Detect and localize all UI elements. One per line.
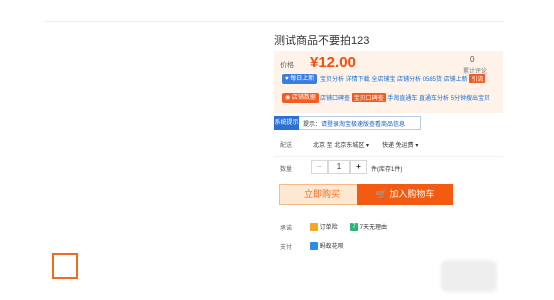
- chevron-down-icon: ▾: [366, 143, 370, 149]
- quantity-label: 数量: [280, 167, 293, 173]
- shipping-from[interactable]: 北京 至 北京东城区 ▾: [313, 140, 369, 149]
- service-label: 承诺: [280, 226, 293, 232]
- insurance-icon: [310, 223, 318, 232]
- promo-badge-1[interactable]: ♥ 每日上新: [282, 74, 318, 84]
- quantity-plus-button[interactable]: +: [350, 160, 367, 174]
- seven-days-icon: 7: [350, 223, 358, 232]
- store-icon: ◉: [285, 95, 291, 101]
- promo-line-1[interactable]: 宝贝分析 详情下载 全店铺宝 店铺分析 0585货 店铺上新 引流: [320, 74, 486, 83]
- image-thumbnail[interactable]: [52, 253, 78, 279]
- tip-text: 提示：请登录淘宝极速版查看商品信息: [303, 122, 406, 128]
- blurred-watermark: [441, 260, 497, 292]
- quantity-input[interactable]: 1: [328, 160, 350, 174]
- stock-text: 件(库存1件): [371, 167, 403, 173]
- service-item-2: 7 7天无理由: [350, 222, 387, 232]
- promo-badge-2[interactable]: ◉ 店铺数据: [282, 93, 319, 103]
- product-title: 测试商品不要拍123: [274, 35, 370, 47]
- chevron-down-icon: ▾: [415, 143, 419, 149]
- service-item-1: 订单险: [310, 222, 338, 232]
- shipping-fee[interactable]: 快递 免运费 ▾: [382, 140, 418, 149]
- price-label: 价格: [280, 62, 294, 69]
- tip-tag: 系统提示: [274, 116, 299, 130]
- price-value: ¥12.00: [310, 54, 356, 71]
- payment-label: 支付: [280, 245, 293, 251]
- tip-link[interactable]: 请登录淘宝极速版查看商品信息: [321, 122, 405, 128]
- promo-tag-1: 引流: [469, 74, 486, 83]
- buy-now-button[interactable]: 立即购买: [279, 184, 365, 205]
- heart-icon: ♥: [285, 76, 289, 82]
- huabei-icon: [310, 242, 318, 251]
- add-to-cart-button[interactable]: 🛒 加入购物车: [357, 184, 453, 205]
- promo-line-2[interactable]: 店铺口碑查 宝贝口碑查 手淘直通车 直通车分析 5分钟搜出宝贝: [320, 93, 490, 102]
- cart-icon: 🛒: [375, 189, 387, 199]
- top-divider: [45, 21, 503, 22]
- payment-item-1: 蚂蚁花呗: [310, 241, 344, 251]
- shipping-label: 配送: [280, 143, 293, 149]
- sales-count: 0: [470, 55, 475, 64]
- section-divider: [274, 156, 503, 157]
- promo-tag-2: 宝贝口碑查: [351, 93, 386, 102]
- quantity-minus-button[interactable]: −: [311, 160, 328, 174]
